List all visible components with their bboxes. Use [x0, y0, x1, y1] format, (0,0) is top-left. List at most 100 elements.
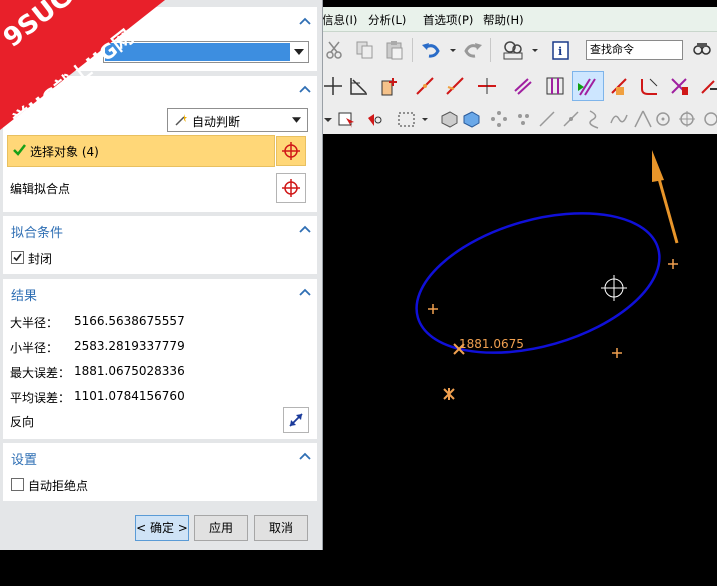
closed-label: 封闭 — [28, 252, 53, 266]
section-settings: 设置 自动拒绝点 — [3, 443, 317, 501]
paste-icon[interactable] — [384, 39, 406, 61]
snap-filter-icon[interactable] — [322, 108, 334, 130]
undo-icon[interactable] — [420, 39, 442, 61]
max-error-annotation: 1881.0675 — [459, 337, 524, 351]
apply-button[interactable]: 应用 — [194, 515, 248, 541]
curve-toolbar — [322, 68, 717, 102]
information-icon[interactable]: i — [550, 39, 572, 61]
extend-curve-icon[interactable] — [608, 75, 630, 97]
fit-point-2[interactable] — [668, 259, 678, 269]
ok-button[interactable]: < 确定 > — [135, 515, 189, 541]
box-select-dropdown-icon[interactable] — [420, 108, 430, 130]
reverse-direction-icon — [289, 413, 303, 427]
menu-help[interactable]: 帮助(H) — [483, 12, 524, 28]
copy-icon[interactable] — [354, 39, 376, 61]
fillet-icon[interactable] — [638, 75, 660, 97]
snap-intersection-icon[interactable] — [608, 108, 630, 130]
fit-point-1[interactable] — [428, 304, 438, 314]
command-finder-icon[interactable] — [500, 39, 530, 61]
search-binoculars-icon[interactable] — [692, 39, 712, 59]
undo-dropdown-icon[interactable] — [448, 39, 458, 61]
trim-curve-icon[interactable] — [576, 75, 598, 97]
minor-radius-value: 2583.2819337779 — [74, 339, 185, 353]
datum-plane-icon[interactable] — [378, 75, 400, 97]
cancel-button[interactable]: 取消 — [254, 515, 308, 541]
tangent-line-icon[interactable] — [444, 75, 466, 97]
cursor-crosshair-icon — [601, 275, 627, 301]
auto-reject-label: 自动拒绝点 — [28, 479, 89, 493]
snap-mid-icon[interactable] — [560, 108, 582, 130]
fit-conditions-title[interactable]: 拟合条件 — [11, 222, 63, 241]
minor-radius-label: 小半径： — [10, 341, 59, 355]
redo-icon[interactable] — [462, 39, 484, 61]
mean-error-value: 1101.0784156760 — [74, 389, 185, 403]
point-constructor-icon — [282, 179, 300, 197]
edit-fit-point-button[interactable] — [276, 173, 306, 203]
snap-center-icon[interactable] — [652, 108, 674, 130]
shaded-view-icon[interactable] — [460, 108, 482, 130]
collapse-chevron-icon[interactable] — [299, 225, 311, 233]
max-error-value: 1881.0675028336 — [74, 364, 185, 378]
graphics-viewport[interactable]: 1881.0675 — [322, 134, 717, 586]
closed-checkbox[interactable] — [11, 251, 24, 264]
max-error-label: 最大误差： — [10, 366, 71, 380]
more-curve-icon[interactable] — [698, 75, 717, 97]
viewport-canvas — [400, 150, 679, 400]
solid-view-icon[interactable] — [438, 108, 460, 130]
menu-preferences[interactable]: 首选项(P) — [423, 12, 473, 28]
fit-point-3[interactable] — [612, 348, 622, 358]
check-icon — [13, 144, 26, 156]
settings-title[interactable]: 设置 — [11, 449, 37, 468]
chevron-down-icon — [292, 117, 301, 123]
fitted-ellipse[interactable] — [400, 188, 675, 378]
selection-toolbar — [322, 101, 717, 135]
auto-reject-checkbox[interactable] — [11, 478, 24, 491]
collapse-chevron-icon[interactable] — [299, 452, 311, 460]
mean-error-label: 平均误差： — [10, 391, 71, 405]
edit-fit-point-label: 编辑拟合点 — [10, 182, 71, 196]
chevron-down-icon — [294, 49, 304, 55]
point-icon[interactable] — [322, 75, 344, 97]
select-spline-icon[interactable] — [364, 108, 386, 130]
reverse-label: 反向 — [10, 415, 35, 429]
snap-curve-icon[interactable] — [584, 108, 606, 130]
checkmark-icon — [13, 253, 22, 262]
method-select[interactable]: 自动判断 — [167, 108, 308, 132]
collapse-chevron-icon[interactable] — [299, 85, 311, 93]
standard-toolbar: i 查找命令 — [322, 32, 717, 69]
constraint-icon[interactable] — [544, 75, 566, 97]
snap-quadrant-icon[interactable] — [676, 108, 698, 130]
snap-points-icon[interactable] — [488, 108, 510, 130]
select-feature-icon[interactable] — [336, 108, 358, 130]
rejected-point-marker[interactable] — [443, 388, 455, 400]
select-object-label: 选择对象 (4) — [30, 145, 99, 159]
select-object-row[interactable]: 选择对象 (4) — [7, 135, 275, 167]
major-radius-value: 5166.5638675557 — [74, 314, 185, 328]
results-title[interactable]: 结果 — [11, 285, 37, 304]
command-finder-dropdown-icon[interactable] — [530, 39, 540, 61]
offset-curve-icon[interactable] — [512, 75, 534, 97]
command-search-input[interactable]: 查找命令 — [586, 40, 683, 60]
snap-tangent-icon[interactable] — [632, 108, 654, 130]
snap-control-icon[interactable] — [512, 108, 534, 130]
major-radius-label: 大半径： — [10, 316, 59, 330]
basic-curves-icon[interactable] — [348, 75, 370, 97]
trim-corner-icon[interactable] — [668, 75, 690, 97]
snap-circle-icon[interactable] — [700, 108, 717, 130]
snap-end-icon[interactable] — [536, 108, 558, 130]
line-icon[interactable] — [414, 75, 436, 97]
box-select-icon[interactable] — [396, 108, 418, 130]
section-fit-conditions: 拟合条件 封闭 — [3, 216, 317, 274]
reverse-direction-button[interactable] — [283, 407, 309, 433]
select-object-button[interactable] — [276, 136, 306, 166]
collapse-chevron-icon[interactable] — [299, 17, 311, 25]
cut-icon[interactable] — [324, 39, 346, 61]
collapse-chevron-icon[interactable] — [299, 288, 311, 296]
section-results: 结果 大半径： 5166.5638675557 小半径： 2583.281933… — [3, 279, 317, 439]
menu-analysis[interactable]: 分析(L) — [368, 12, 406, 28]
perpendicular-line-icon[interactable] — [476, 75, 498, 97]
menu-bar: 信息(I) 分析(L) 首选项(P) 帮助(H) — [322, 7, 717, 32]
svg-text:i: i — [558, 45, 562, 58]
menu-info[interactable]: 信息(I) — [322, 12, 357, 28]
direction-vector-arrow[interactable] — [652, 150, 679, 244]
